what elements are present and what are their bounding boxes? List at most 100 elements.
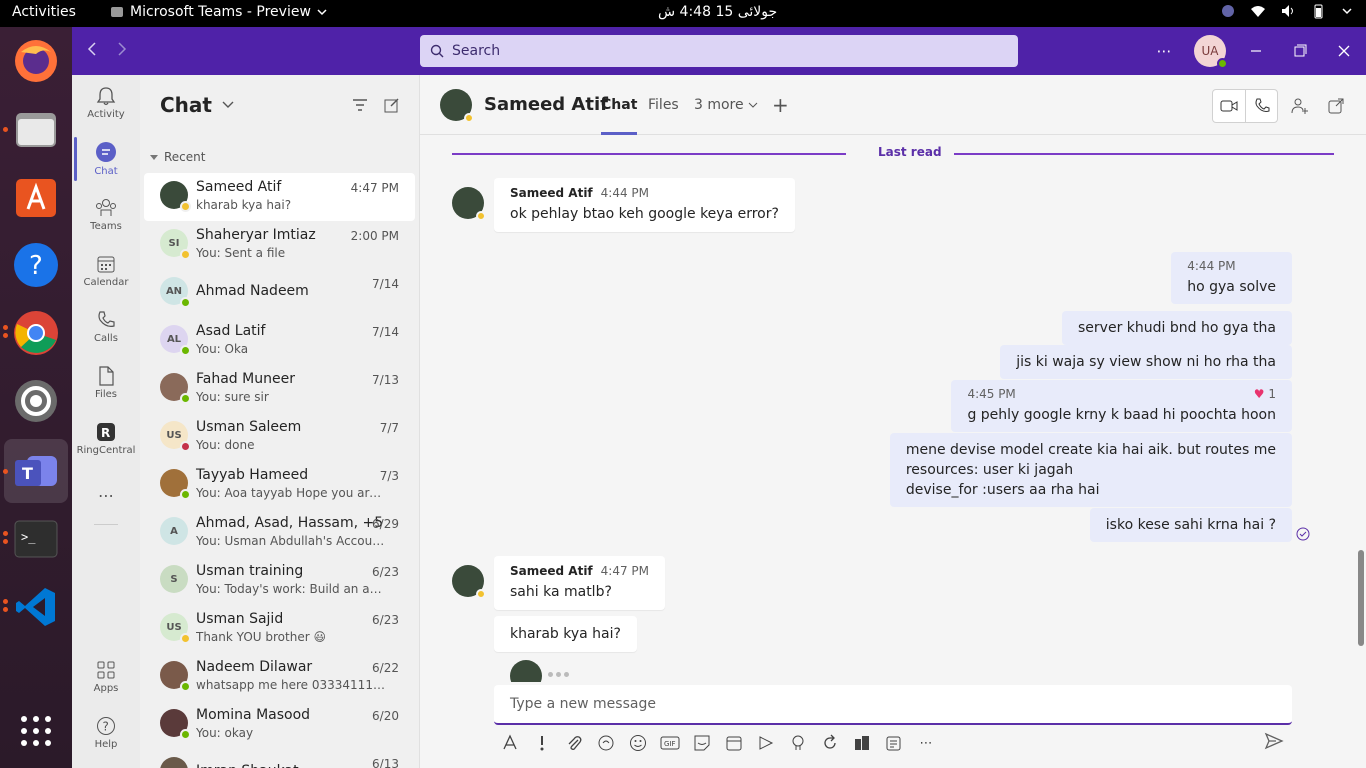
chat-list-item[interactable]: SI Shaheryar Imtiaz You: Sent a file 2:00 P… (144, 221, 415, 269)
forms-icon[interactable] (882, 731, 906, 755)
message-outgoing[interactable]: 4:44 PM ho gya solve (1171, 252, 1292, 304)
audio-call-icon[interactable] (1245, 90, 1277, 122)
attach-icon[interactable] (562, 731, 586, 755)
search-input[interactable]: Search (420, 35, 1018, 67)
chat-list-item[interactable]: S Usman training You: Today's work: Build … (144, 557, 415, 605)
filter-icon[interactable] (352, 98, 368, 112)
chat-name: Usman Sajid (196, 611, 284, 627)
message-outgoing[interactable]: 4:45 PM ♥ 1 g pehly google krny k baad h… (951, 380, 1292, 432)
scrollbar[interactable] (1358, 550, 1364, 646)
files-icon[interactable] (3, 105, 60, 153)
activities-button[interactable]: Activities (12, 4, 76, 20)
show-apps-icon[interactable] (12, 707, 60, 755)
more-actions-icon[interactable]: ⋯ (914, 731, 938, 755)
tab-more[interactable]: 3 more (694, 97, 758, 113)
chrome-icon[interactable] (3, 309, 60, 357)
chat-list-item[interactable]: Fahad Muneer You: sure sir 7/13 (144, 365, 415, 413)
emoji-icon[interactable] (626, 731, 650, 755)
presence-icon (1217, 58, 1228, 69)
sender-avatar[interactable] (452, 565, 486, 599)
chat-list-item[interactable]: Momina Masood You: okay 6/20 (144, 701, 415, 749)
chat-list-item[interactable]: AN Ahmad Nadeem 7/14 (144, 269, 415, 317)
volume-icon[interactable] (1280, 3, 1296, 19)
chat-list-item[interactable]: Tayyab Hameed You: Aoa tayyab Hope you ar… (144, 461, 415, 509)
avatar-initials: AN (165, 285, 183, 297)
refresh-icon[interactable] (818, 731, 842, 755)
teams-small-icon (111, 7, 123, 17)
rail-chat[interactable]: Chat (72, 131, 140, 187)
recent-section-toggle[interactable]: Recent (150, 150, 205, 164)
presence-icon (180, 297, 191, 308)
important-icon[interactable] (530, 731, 554, 755)
message-outgoing[interactable]: server khudi bnd ho gya tha (1062, 311, 1292, 345)
message-incoming[interactable]: Sameed Atif 4:47 PM sahi ka matlb? (494, 556, 666, 610)
wifi-icon[interactable] (1250, 3, 1266, 19)
teams-dock-icon[interactable]: T (3, 447, 60, 495)
chevron-down-icon[interactable] (222, 100, 234, 110)
close-icon[interactable] (1322, 27, 1366, 75)
message-incoming[interactable]: Sameed Atif 4:44 PM ok pehlay btao keh go… (494, 178, 795, 232)
gif-icon[interactable]: GIF (658, 731, 682, 755)
clock[interactable]: جولائی 15 4:48 ش (658, 4, 777, 20)
more-apps-button[interactable]: ⋯ (72, 467, 140, 523)
rail-files[interactable]: Files (72, 355, 140, 411)
sender-avatar[interactable] (452, 187, 486, 221)
message-outgoing[interactable]: isko kese sahi krna hai ? (1089, 508, 1292, 542)
firefox-icon[interactable] (12, 37, 60, 85)
tab-chat[interactable]: Chat (601, 97, 638, 135)
chat-list-item[interactable]: US Usman Saleem You: done 7/7 (144, 413, 415, 461)
rail-help[interactable]: ? Help (72, 705, 140, 761)
new-chat-icon[interactable] (384, 97, 400, 113)
message-outgoing[interactable]: jis ki waja sy view show ni ho rha tha (1000, 345, 1292, 379)
message-text: server khudi bnd ho gya tha (1078, 320, 1276, 336)
app-extension-icon[interactable] (850, 731, 874, 755)
system-tray[interactable] (1220, 3, 1356, 19)
minimize-icon[interactable] (1234, 27, 1278, 75)
send-button[interactable] (1264, 731, 1288, 755)
profile-button[interactable]: UA (1186, 35, 1234, 69)
loop-icon[interactable] (594, 731, 618, 755)
chat-list-item[interactable]: Sameed Atif kharab kya hai? 4:47 PM (144, 173, 415, 221)
rail-activity[interactable]: Activity (72, 75, 140, 131)
message-compose-input[interactable]: Type a new message (494, 685, 1292, 725)
chat-name: Usman training (196, 563, 304, 579)
back-arrow-icon[interactable] (86, 41, 98, 60)
video-call-icon[interactable] (1213, 90, 1245, 122)
format-icon[interactable] (498, 731, 522, 755)
add-people-icon[interactable] (1286, 97, 1314, 115)
chat-list-item[interactable]: Imran Shaukat 6/13 (144, 749, 415, 768)
chat-list-item[interactable]: AL Asad Latif You: Oka 7/14 (144, 317, 415, 365)
tab-files[interactable]: Files (648, 97, 679, 113)
terminal-icon[interactable]: >_ (3, 515, 60, 563)
schedule-meeting-icon[interactable] (722, 731, 746, 755)
sticker-icon[interactable] (690, 731, 714, 755)
battery-icon[interactable] (1310, 3, 1326, 19)
power-menu-icon[interactable] (1340, 3, 1356, 19)
stream-icon[interactable] (754, 731, 778, 755)
teams-tray-icon[interactable] (1220, 3, 1236, 19)
chat-list-item[interactable]: US Usman Sajid Thank YOU brother 😃 6/23 (144, 605, 415, 653)
chat-list-item[interactable]: Nadeem Dilawar whatsapp me here 033341110… (144, 653, 415, 701)
help-app-icon[interactable]: ? (12, 241, 60, 289)
pop-out-icon[interactable] (1322, 98, 1350, 114)
contact-avatar[interactable] (440, 89, 474, 123)
praise-icon[interactable] (786, 731, 810, 755)
rail-calendar[interactable]: Calendar (72, 243, 140, 299)
more-options-icon[interactable]: ⋯ (1142, 27, 1186, 75)
app-menu[interactable]: Microsoft Teams - Preview (110, 4, 327, 20)
add-tab-icon[interactable]: + (772, 93, 789, 117)
message-incoming[interactable]: kharab kya hai? (494, 616, 637, 652)
vscode-icon[interactable] (3, 583, 60, 631)
settings-app-icon[interactable] (12, 377, 60, 425)
rail-ringcentral[interactable]: R RingCentral (72, 411, 140, 467)
rail-apps[interactable]: Apps (72, 649, 140, 705)
software-store-icon[interactable] (12, 173, 60, 221)
rail-teams[interactable]: Teams (72, 187, 140, 243)
maximize-icon[interactable] (1278, 27, 1322, 75)
forward-arrow-icon[interactable] (116, 41, 128, 60)
message-outgoing[interactable]: mene devise model create kia hai aik. bu… (889, 433, 1292, 507)
reaction-heart[interactable]: ♥ 1 (1254, 387, 1276, 401)
chat-list-item[interactable]: A Ahmad, Asad, Hassam, +5 You: Usman Abdul… (144, 509, 415, 557)
rail-calls[interactable]: Calls (72, 299, 140, 355)
title-controls: ⋯ UA (1142, 27, 1366, 75)
